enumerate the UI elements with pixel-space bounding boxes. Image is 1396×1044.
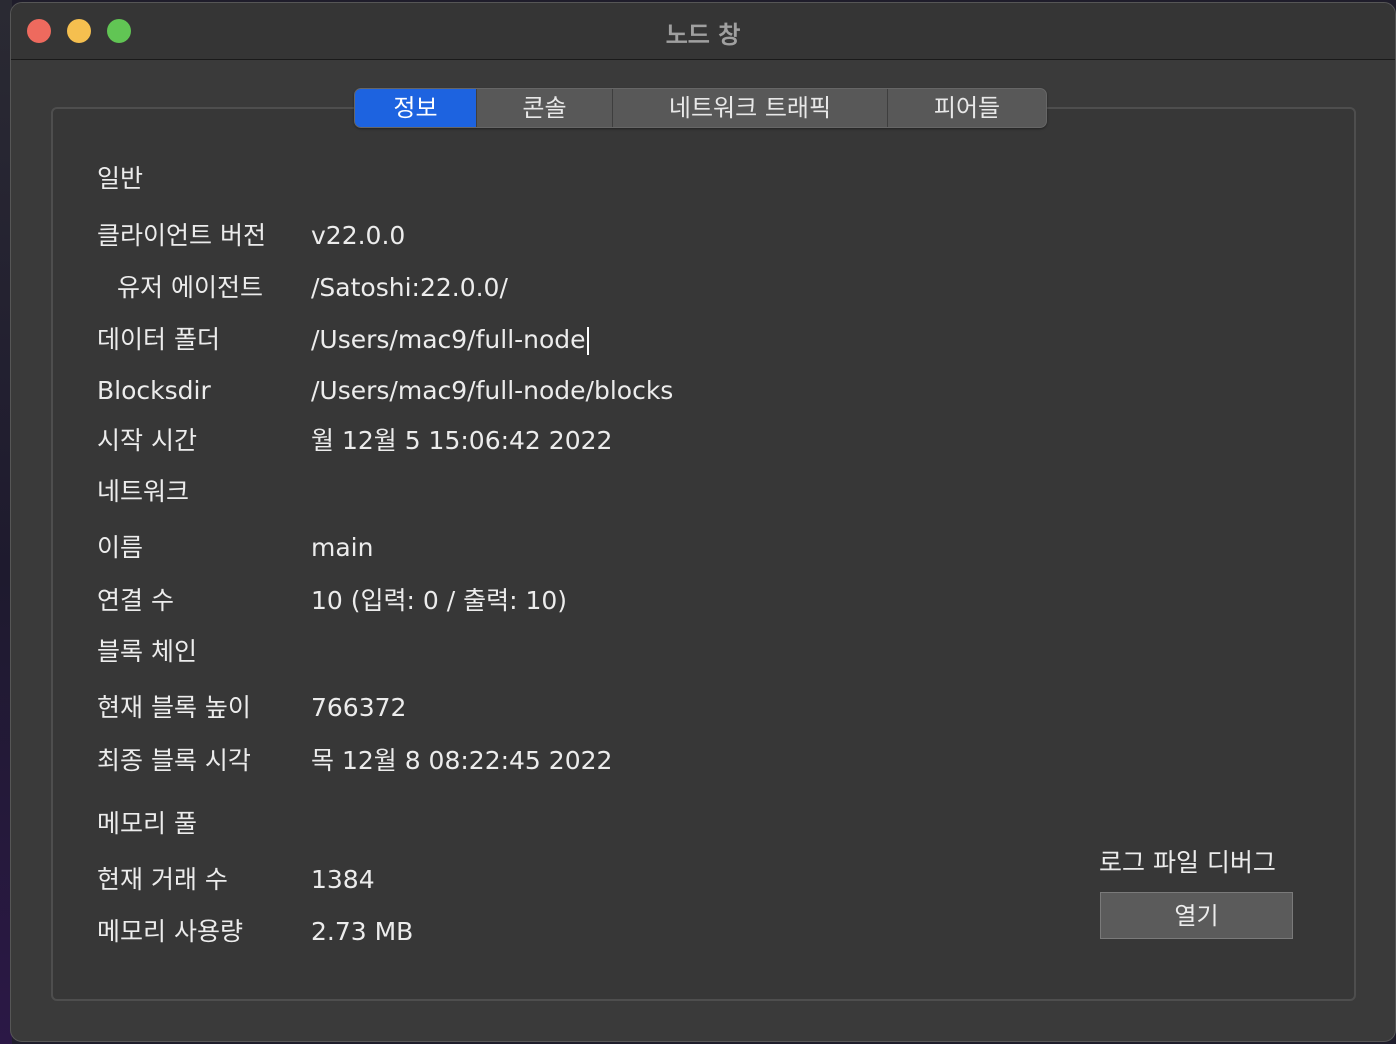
client-version-value: v22.0.0 bbox=[311, 221, 406, 250]
network-name-value: main bbox=[311, 533, 374, 562]
data-dir-value[interactable]: /Users/mac9/full-node bbox=[311, 325, 586, 354]
startup-time-value: 월 12월 5 15:06:42 2022 bbox=[311, 426, 613, 455]
connections-value: 10 (입력: 0 / 출력: 10) bbox=[311, 586, 568, 615]
network-heading: 네트워크 bbox=[97, 477, 190, 506]
tab-console[interactable]: 콘솔 bbox=[477, 89, 613, 127]
tx-count-label: 현재 거래 수 bbox=[97, 865, 228, 894]
open-debug-log-button[interactable]: 열기 bbox=[1100, 892, 1293, 939]
connections-label: 연결 수 bbox=[97, 586, 174, 615]
blockchain-heading: 블록 체인 bbox=[97, 637, 197, 666]
node-window: 노드 창 정보 콘솔 네트워크 트래픽 피어들 일반 클라이언트 버전 v22.… bbox=[10, 2, 1396, 1042]
client-version-label: 클라이언트 버전 bbox=[97, 221, 266, 250]
last-block-time-value: 목 12월 8 08:22:45 2022 bbox=[311, 746, 613, 775]
startup-time-label: 시작 시간 bbox=[97, 426, 197, 455]
tx-count-value: 1384 bbox=[311, 865, 375, 894]
blocksdir-value[interactable]: /Users/mac9/full-node/blocks bbox=[311, 373, 673, 409]
blocksdir-label: Blocksdir bbox=[97, 376, 211, 405]
title-bar[interactable]: 노드 창 bbox=[11, 3, 1395, 60]
data-dir-label: 데이터 폴더 bbox=[97, 325, 220, 354]
memory-usage-label: 메모리 사용량 bbox=[97, 917, 243, 946]
user-agent-label: 유저 에이전트 bbox=[117, 273, 263, 302]
block-height-label: 현재 블록 높이 bbox=[97, 693, 251, 722]
text-cursor bbox=[586, 327, 589, 355]
network-name-label: 이름 bbox=[97, 533, 144, 562]
block-height-value: 766372 bbox=[311, 693, 407, 722]
user-agent-value: /Satoshi:22.0.0/ bbox=[311, 273, 508, 302]
tab-information[interactable]: 정보 bbox=[355, 89, 477, 127]
debug-log-label: 로그 파일 디버그 bbox=[1099, 848, 1276, 877]
tab-bar: 정보 콘솔 네트워크 트래픽 피어들 bbox=[354, 88, 1047, 128]
window-title: 노드 창 bbox=[665, 21, 741, 49]
memory-usage-value: 2.73 MB bbox=[311, 917, 414, 946]
tab-peers[interactable]: 피어들 bbox=[888, 89, 1046, 127]
data-dir-value-wrap[interactable]: /Users/mac9/full-node bbox=[311, 322, 589, 358]
tab-network-traffic[interactable]: 네트워크 트래픽 bbox=[613, 89, 888, 127]
last-block-time-label: 최종 블록 시각 bbox=[97, 746, 251, 775]
mempool-heading: 메모리 풀 bbox=[97, 809, 197, 838]
general-heading: 일반 bbox=[97, 164, 144, 193]
